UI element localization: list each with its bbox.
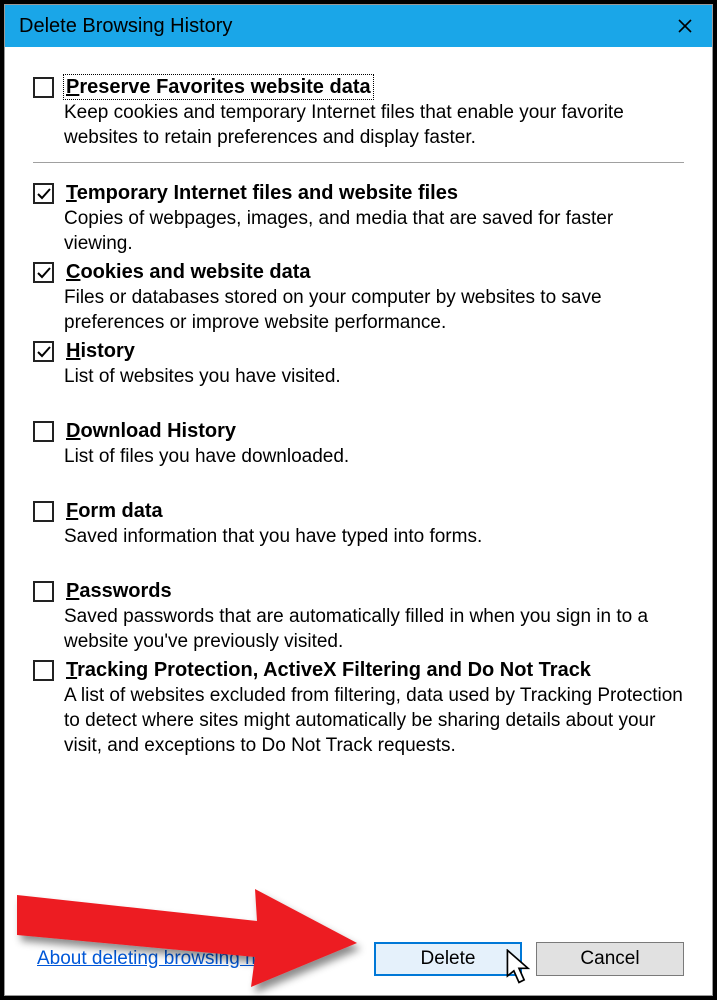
checkbox-passwords[interactable]	[33, 581, 54, 602]
cancel-button[interactable]: Cancel	[536, 942, 684, 976]
option-desc: Copies of webpages, images, and media th…	[64, 206, 684, 256]
option-desc: List of websites you have visited.	[64, 364, 684, 389]
option-desc: List of files you have downloaded.	[64, 444, 684, 469]
dialog-window: Delete Browsing History Preserve Favorit…	[4, 4, 713, 996]
about-link[interactable]: About deleting browsing history	[37, 948, 301, 970]
option-preserve[interactable]: Preserve Favorites website data Keep coo…	[33, 75, 684, 150]
option-desc: Files or databases stored on your comput…	[64, 285, 684, 335]
dialog-footer: About deleting browsing history Delete C…	[5, 935, 712, 983]
option-tempfiles[interactable]: Temporary Internet files and website fil…	[33, 181, 684, 256]
checkbox-download[interactable]	[33, 421, 54, 442]
option-label: Form data	[64, 499, 165, 523]
option-label: Tracking Protection, ActiveX Filtering a…	[64, 658, 593, 682]
option-download[interactable]: Download History List of files you have …	[33, 419, 684, 469]
option-passwords[interactable]: Passwords Saved passwords that are autom…	[33, 579, 684, 654]
close-button[interactable]	[658, 5, 712, 47]
option-desc: Keep cookies and temporary Internet file…	[64, 100, 684, 150]
checkbox-history[interactable]	[33, 341, 54, 362]
checkbox-cookies[interactable]	[33, 262, 54, 283]
option-desc: A list of websites excluded from filteri…	[64, 683, 684, 758]
option-desc: Saved information that you have typed in…	[64, 524, 684, 549]
check-icon	[36, 344, 52, 360]
option-tracking[interactable]: Tracking Protection, ActiveX Filtering a…	[33, 658, 684, 758]
option-form[interactable]: Form data Saved information that you hav…	[33, 499, 684, 549]
option-label: Preserve Favorites website data	[64, 75, 373, 99]
option-desc: Saved passwords that are automatically f…	[64, 604, 684, 654]
titlebar: Delete Browsing History	[5, 5, 712, 47]
option-history[interactable]: History List of websites you have visite…	[33, 339, 684, 389]
checkbox-preserve[interactable]	[33, 77, 54, 98]
separator	[33, 162, 684, 163]
option-label: Download History	[64, 419, 238, 443]
dialog-content: Preserve Favorites website data Keep coo…	[5, 47, 712, 758]
option-label: History	[64, 339, 137, 363]
option-cookies[interactable]: Cookies and website data Files or databa…	[33, 260, 684, 335]
option-label: Passwords	[64, 579, 174, 603]
option-label: Cookies and website data	[64, 260, 313, 284]
checkbox-form[interactable]	[33, 501, 54, 522]
checkbox-tracking[interactable]	[33, 660, 54, 681]
check-icon	[36, 186, 52, 202]
check-icon	[36, 265, 52, 281]
window-title: Delete Browsing History	[19, 15, 658, 38]
checkbox-tempfiles[interactable]	[33, 183, 54, 204]
close-icon	[677, 18, 693, 34]
option-label: Temporary Internet files and website fil…	[64, 181, 460, 205]
delete-button[interactable]: Delete	[374, 942, 522, 976]
